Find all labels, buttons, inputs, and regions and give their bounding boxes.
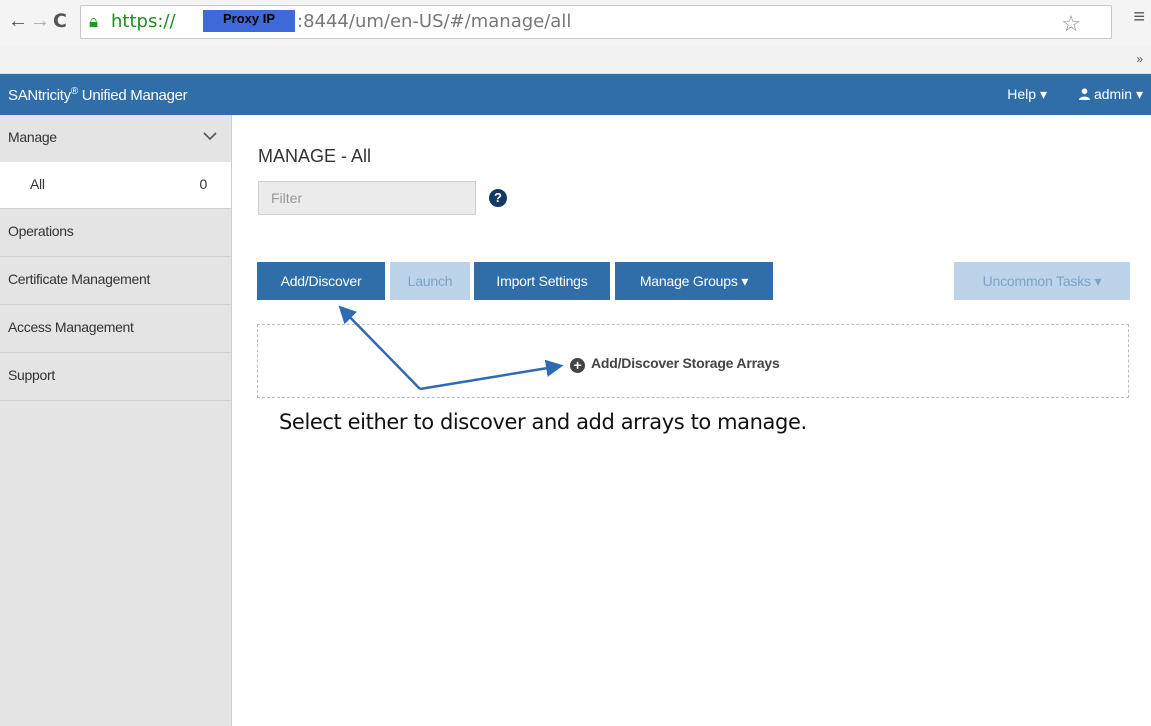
sidebar-item-label: All	[30, 176, 45, 192]
browser-toolbar: ← → C 🔒︎ https:// Proxy IP :8444/um/en-U…	[0, 0, 1151, 47]
proxy-ip-label: Proxy IP	[223, 11, 276, 26]
all-count-badge: 0	[199, 176, 208, 192]
annotation-caption: Select either to discover and add arrays…	[279, 410, 807, 434]
sidebar-item-label: Certificate Management	[8, 271, 151, 287]
app-name-suffix: Unified Manager	[77, 87, 188, 104]
manage-groups-button[interactable]: Manage Groups ▾	[615, 262, 773, 300]
sidebar-item-manage[interactable]: Manage	[0, 115, 231, 163]
add-discover-button[interactable]: Add/Discover	[257, 262, 385, 300]
forward-arrow-icon[interactable]: →	[30, 10, 50, 32]
sidebar-item-label: Operations	[8, 223, 74, 239]
reload-icon[interactable]: C	[53, 10, 67, 32]
sidebar-item-access-management[interactable]: Access Management	[0, 305, 231, 353]
add-link-label: Add/Discover Storage Arrays	[591, 355, 780, 371]
add-discover-storage-arrays-link[interactable]: + Add/Discover Storage Arrays	[570, 355, 780, 373]
sidebar-item-label: Access Management	[8, 319, 134, 335]
help-menu[interactable]: Help ▾	[1007, 86, 1047, 103]
admin-label: admin ▾	[1093, 86, 1143, 102]
url-path: :8444/um/en-US/#/manage/all	[297, 11, 572, 32]
lock-icon: 🔒︎	[89, 12, 99, 31]
app-header: SANtricity® Unified Manager Help ▾ admin…	[0, 74, 1151, 115]
app-name: SANtricity	[8, 87, 71, 104]
filter-input[interactable]	[258, 181, 476, 215]
sidebar-item-label: Support	[8, 367, 55, 383]
sidebar-item-certificate-management[interactable]: Certificate Management	[0, 257, 231, 305]
admin-menu[interactable]: admin ▾	[1079, 86, 1143, 103]
app-title[interactable]: SANtricity® Unified Manager	[8, 86, 188, 104]
question-circle-icon[interactable]: ?	[489, 189, 507, 207]
hamburger-menu-icon[interactable]: ≡	[1133, 6, 1145, 29]
sidebar-item-all[interactable]: All 0	[0, 162, 231, 209]
user-icon	[1079, 86, 1094, 102]
back-arrow-icon[interactable]: ←	[8, 10, 28, 32]
sidebar-item-support[interactable]: Support	[0, 353, 231, 401]
address-bar[interactable]: 🔒︎ https:// Proxy IP :8444/um/en-US/#/ma…	[80, 5, 1112, 39]
sidebar-item-label: Manage	[8, 129, 57, 145]
bookmarks-bar: »	[0, 46, 1151, 74]
launch-button[interactable]: Launch	[390, 262, 470, 300]
sidebar: Manage All 0 Operations Certificate Mana…	[0, 115, 232, 726]
star-icon[interactable]: ☆	[1061, 11, 1081, 37]
url-redaction-box: Proxy IP	[203, 10, 295, 32]
bookmarks-more-icon[interactable]: »	[1136, 52, 1143, 66]
url-scheme: https://	[111, 11, 176, 32]
plus-circle-icon: +	[570, 358, 585, 373]
import-settings-button[interactable]: Import Settings	[474, 262, 610, 300]
chevron-down-icon	[203, 128, 217, 146]
page-title: MANAGE - All	[258, 146, 372, 166]
uncommon-tasks-button[interactable]: Uncommon Tasks ▾	[954, 262, 1130, 300]
sidebar-item-operations[interactable]: Operations	[0, 209, 231, 257]
registered-mark: ®	[70, 86, 78, 97]
